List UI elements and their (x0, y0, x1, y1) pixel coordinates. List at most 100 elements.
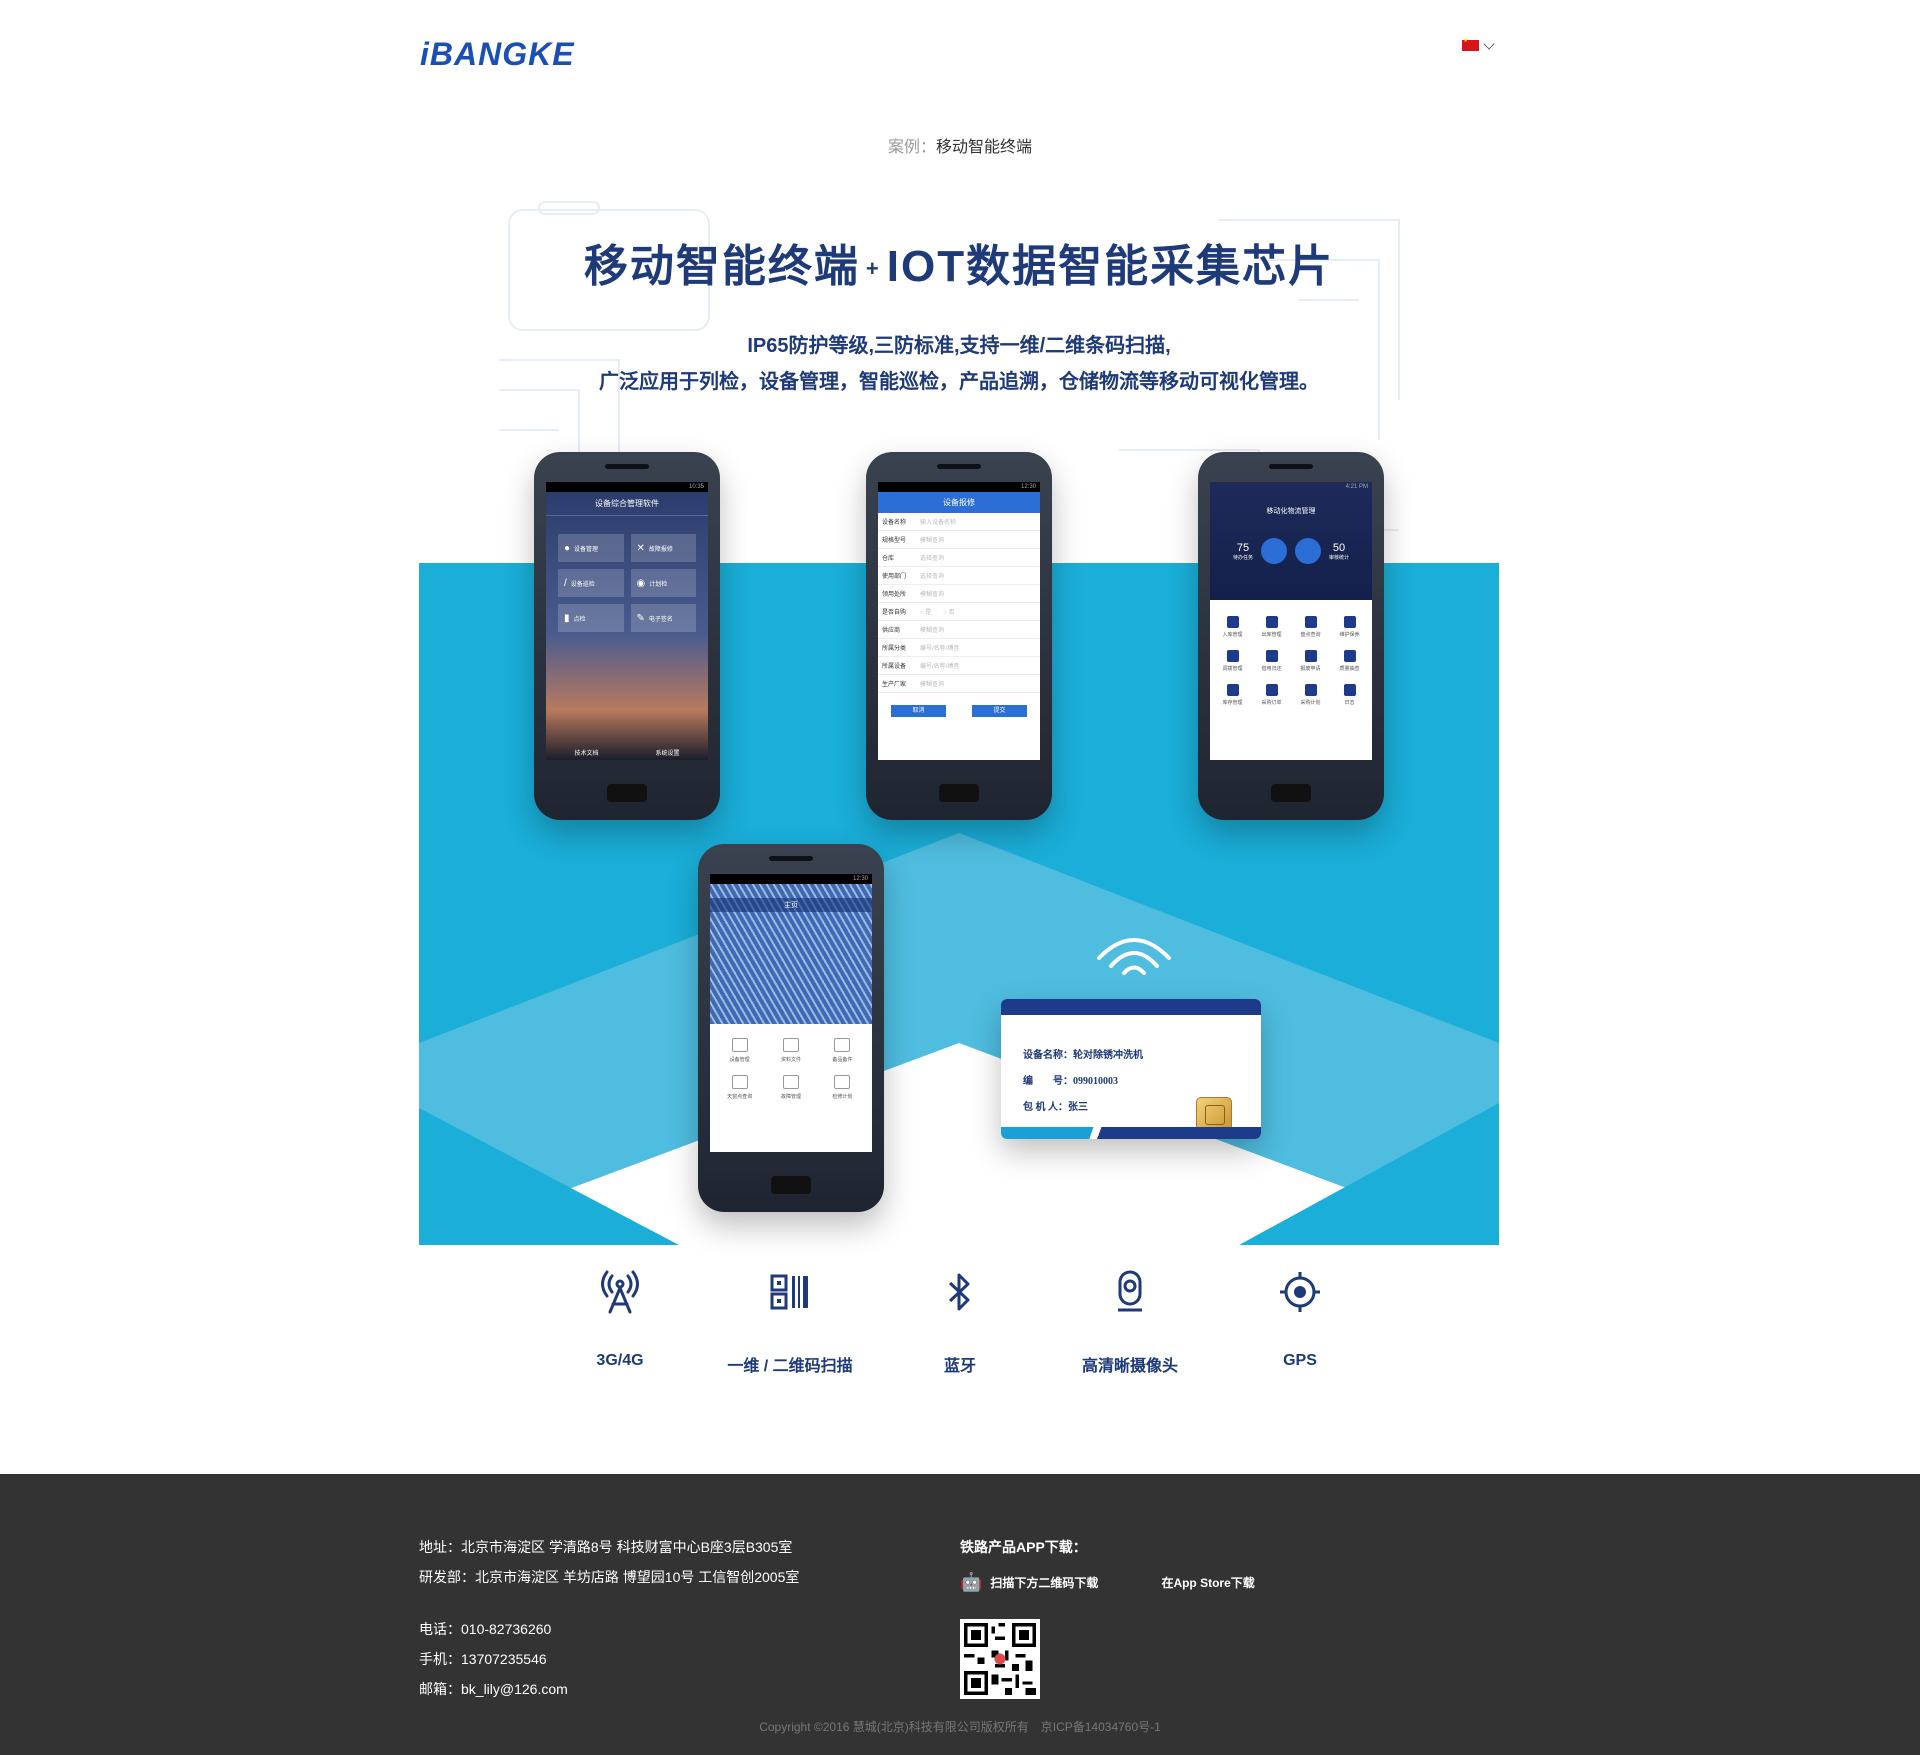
phone2-form: 设备名称 输入设备名称规格型号 模糊查询 仓库 选择查询 使用部门 选择查询 领用处所 模糊查询… (878, 513, 1040, 693)
form-row[interactable]: 是否自购 ○ 是 ○ 否 (878, 603, 1040, 621)
card-header-band (1001, 999, 1261, 1015)
form-row[interactable]: 所属分类 编号/名称/缚音 (878, 639, 1040, 657)
app-shortcut[interactable]: 盘点查询 (1292, 616, 1329, 638)
phone1-tile[interactable]: / 设备巡检 (558, 569, 624, 597)
shortcut-label: 日志 (1344, 700, 1355, 706)
hero-title-right: IOT数据智能采集芯片 (886, 242, 1335, 291)
shortcut-label: 调拨管理 (1222, 666, 1243, 672)
site-logo[interactable]: iBANGKE (420, 36, 575, 73)
phone1-tile-label: 设备管理 (574, 546, 599, 553)
form-row[interactable]: 供应商 模糊查询 (878, 621, 1040, 639)
phone1-tile[interactable]: ● 设备管理 (558, 534, 624, 562)
app-shortcut[interactable]: 报废申请 (1292, 650, 1329, 672)
phone4-icon-grid: 设备管理 资料文件 备品备件天窗点查询 故障管理 检修计划 (710, 1024, 872, 1114)
ios-download-link[interactable]: 在App Store下载 (1153, 1572, 1254, 1593)
app-shortcut[interactable]: 采购订单 (1253, 684, 1290, 706)
shortcut-label: 入库管理 (1222, 632, 1243, 638)
form-field[interactable]: 选择查询 (920, 571, 1036, 580)
phone1-tile[interactable]: ◉ 计划检 (630, 569, 696, 597)
phone1-bottom-item[interactable]: 技术文档 (574, 748, 598, 757)
form-row[interactable]: 使用部门 选择查询 (878, 567, 1040, 585)
form-field[interactable]: ○ 是 ○ 否 (920, 607, 1036, 616)
app-shortcut[interactable]: 维护保养 (1331, 616, 1368, 638)
submit-button[interactable]: 提交 (972, 705, 1027, 717)
cancel-button[interactable]: 取消 (891, 705, 946, 717)
phone1-title: 设备综合管理软件 (546, 492, 708, 516)
android-download-label: 扫描下方二维码下载 (990, 1576, 1099, 1590)
phone3-title: 移动化物流管理 (1266, 508, 1316, 515)
app-shortcut[interactable]: 库存管理 (1214, 684, 1251, 706)
qrcode-image (964, 1623, 1036, 1695)
feature-item: 高清晰摄像头 (1055, 1270, 1205, 1376)
hero-sub-line2: 广泛应用于列检，设备管理，智能巡检，产品追溯，仓储物流等移动可视化管理。 (599, 371, 1319, 393)
app-shortcut[interactable]: 采购计划 (1292, 684, 1329, 706)
rfid-card: 设备名称：轮对除锈冲洗机 编 号：099010003 包 机 人：张三 包 修 … (1001, 999, 1261, 1139)
chip-icon (1196, 1097, 1232, 1131)
breadcrumb-current: 移动智能终端 (936, 139, 1033, 156)
app-shortcut[interactable]: 检修计划 (817, 1075, 868, 1100)
gps-icon (1280, 1272, 1320, 1312)
app-shortcut[interactable]: 备品备件 (817, 1038, 868, 1063)
app-shortcut[interactable]: 日志 (1331, 684, 1368, 706)
phone1-bottom-item[interactable]: 系统设置 (655, 748, 679, 757)
feature-label: 高清晰摄像头 (1081, 1358, 1178, 1375)
feature-item: GPS (1225, 1270, 1375, 1376)
app-shortcut[interactable]: 借用归还 (1253, 650, 1290, 672)
breadcrumb: 案例：移动智能终端 (0, 133, 1920, 157)
app-shortcut[interactable]: 调拨管理 (1214, 650, 1251, 672)
list-icon[interactable] (1261, 538, 1287, 564)
shortcut-label: 盘点查询 (1300, 632, 1321, 638)
app-shortcut[interactable]: 出库管理 (1253, 616, 1290, 638)
stat-value: 75 (1236, 541, 1250, 554)
app-shortcut[interactable]: 质量抽查 (1331, 650, 1368, 672)
form-field[interactable]: 模糊查询 (920, 679, 1036, 688)
form-field[interactable]: 编号/名称/缚音 (920, 643, 1036, 652)
phone1-tile[interactable]: ▮ 点检 (558, 604, 624, 632)
phone3-icon-grid: 入库管理 出库管理 盘点查询 维护保养调拨管理 借用归还 报废申请 质量抽查库存管理 采购订单… (1210, 600, 1372, 722)
form-field[interactable]: 模糊查询 (920, 589, 1036, 598)
form-field[interactable]: 模糊查询 (920, 625, 1036, 634)
app-shortcut[interactable]: 入库管理 (1214, 616, 1251, 638)
app-shortcut[interactable]: 资料文件 (765, 1038, 816, 1063)
phone1-bottom-bar: 技术文档 系统设置 (546, 740, 708, 760)
feature-label: GPS (1283, 1352, 1317, 1369)
camera-icon (1118, 1270, 1142, 1312)
form-row[interactable]: 设备名称 输入设备名称 (878, 513, 1040, 531)
phone1-tile-label: 电子签名 (648, 616, 673, 623)
hero-section: 移动智能终端 + IOT数据智能采集芯片 IP65防护等级,三防标准,支持一维/二维… (419, 190, 1499, 1245)
phone1-tile[interactable]: ✎ 电子签名 (630, 604, 696, 632)
app-shortcut[interactable]: 设备管理 (714, 1038, 765, 1063)
form-row[interactable]: 所属设备 编号/名称/缚音 (878, 657, 1040, 675)
form-field[interactable]: 输入设备名称 (920, 517, 1036, 526)
user-icon: ● (564, 542, 571, 554)
shortcut-icon (731, 1075, 748, 1089)
form-field[interactable]: 选择查询 (920, 553, 1036, 562)
android-download-link[interactable]: 🤖 扫描下方二维码下载 (960, 1572, 1098, 1593)
site-header: iBANGKE (0, 0, 1920, 100)
shortcut-label: 资料文件 (780, 1057, 801, 1063)
phone1-tile-label: 设备巡检 (570, 581, 595, 588)
shortcut-label: 采购计划 (1300, 700, 1321, 706)
shortcut-icon (1226, 616, 1239, 628)
phone-railway-home: 12:30 主页 设备管理 资料文件 备品备件 天窗点查询 故障管理 检修计划 (698, 844, 884, 1212)
form-row[interactable]: 仓库 选择查询 (878, 549, 1040, 567)
phone2-buttons: 取消 提交 (878, 705, 1040, 717)
app-shortcut[interactable]: 故障管理 (765, 1075, 816, 1100)
shortcut-icon (1265, 650, 1278, 662)
form-row[interactable]: 领用处所 模糊查询 (878, 585, 1040, 603)
form-field[interactable]: 模糊查询 (920, 535, 1036, 544)
form-label: 生产厂家 (882, 682, 907, 688)
bar-chart-icon[interactable] (1295, 538, 1321, 564)
language-selector[interactable] (1462, 37, 1495, 51)
app-download-title: 铁路产品APP下载： (960, 1539, 1087, 1555)
form-label: 设备名称 (882, 520, 907, 526)
phone1-tile-label: 故障报修 (648, 546, 673, 553)
app-shortcut[interactable]: 天窗点查询 (714, 1075, 765, 1100)
form-row[interactable]: 生产厂家 模糊查询 (878, 675, 1040, 693)
form-row[interactable]: 规格型号 模糊查询 (878, 531, 1040, 549)
shortcut-label: 备品备件 (832, 1057, 853, 1063)
form-field[interactable]: 编号/名称/缚音 (920, 661, 1036, 670)
phone1-tile[interactable]: ✕ 故障报修 (630, 534, 696, 562)
form-label: 所属设备 (882, 664, 907, 670)
shortcut-label: 天窗点查询 (727, 1094, 753, 1100)
